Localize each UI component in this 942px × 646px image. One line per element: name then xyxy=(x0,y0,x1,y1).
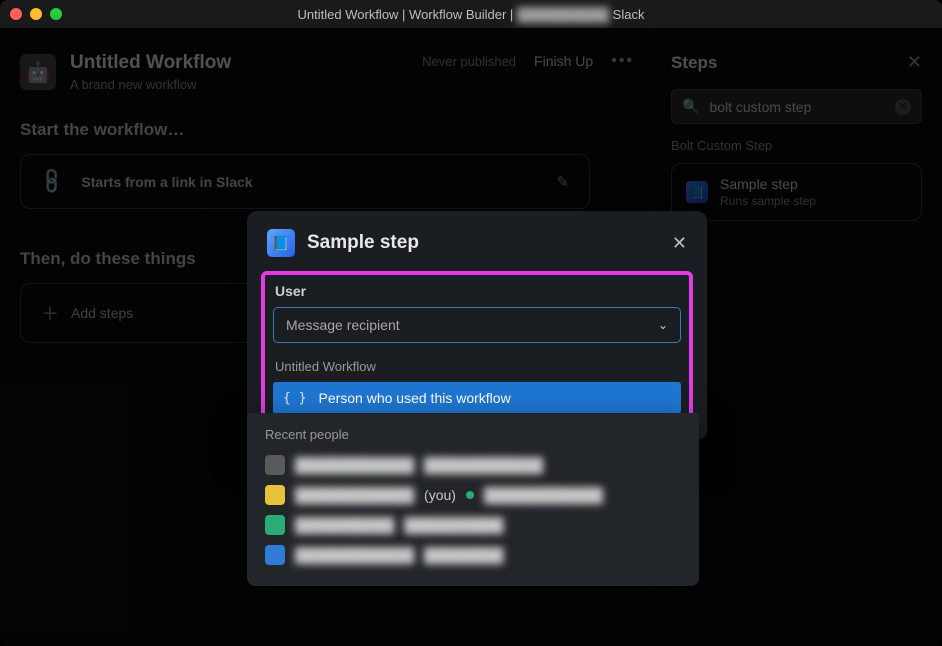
modal-title: Sample step xyxy=(307,232,419,254)
person-displayname: ████████████ xyxy=(424,457,543,473)
person-option[interactable]: ████████████ ████████████ xyxy=(263,450,683,480)
person-name: ████████████ xyxy=(295,547,414,563)
user-field-label: User xyxy=(273,281,681,307)
title-suffix: Slack xyxy=(609,7,644,22)
option-group-label: Untitled Workflow xyxy=(273,343,681,382)
step-config-modal: 📘 Sample step ✕ User Message recipient ⌄… xyxy=(247,211,707,440)
person-name: ████████████ xyxy=(295,457,414,473)
option-text: Person who used this workflow xyxy=(318,390,510,406)
person-option[interactable]: ████████████ ████████ xyxy=(263,540,683,570)
highlight-annotation: User Message recipient ⌄ Untitled Workfl… xyxy=(261,271,693,426)
option-person-who-used[interactable]: { } Person who used this workflow xyxy=(273,382,681,414)
titlebar: Untitled Workflow | Workflow Builder | █… xyxy=(0,0,942,28)
recent-people-dropdown: Recent people ████████████ ████████████ … xyxy=(247,413,699,586)
person-name: ████████████ xyxy=(295,487,414,503)
person-displayname: ██████████ xyxy=(404,517,503,533)
person-option[interactable]: ████████████ (you) ████████████ xyxy=(263,480,683,510)
person-name: ██████████ xyxy=(295,517,394,533)
modal-header: 📘 Sample step ✕ xyxy=(247,211,707,271)
window-minimize-button[interactable] xyxy=(30,8,42,20)
window-title: Untitled Workflow | Workflow Builder | █… xyxy=(0,7,942,22)
recent-people-label: Recent people xyxy=(263,421,683,450)
online-status-icon xyxy=(466,491,474,499)
person-option[interactable]: ██████████ ██████████ xyxy=(263,510,683,540)
modal-close-icon[interactable]: ✕ xyxy=(672,233,687,254)
avatar xyxy=(265,545,285,565)
title-prefix: Untitled Workflow | Workflow Builder | xyxy=(298,7,517,22)
avatar xyxy=(265,515,285,535)
variable-icon: { } xyxy=(283,391,306,406)
window-zoom-button[interactable] xyxy=(50,8,62,20)
window-close-button[interactable] xyxy=(10,8,22,20)
user-select[interactable]: Message recipient ⌄ xyxy=(273,307,681,343)
avatar xyxy=(265,485,285,505)
title-workspace-blurred: ██████████ xyxy=(517,7,609,22)
person-displayname: ████████ xyxy=(424,547,503,563)
modal-app-icon: 📘 xyxy=(267,229,295,257)
app-window: Untitled Workflow | Workflow Builder | █… xyxy=(0,0,942,646)
traffic-lights xyxy=(10,8,62,20)
you-label: (you) xyxy=(424,487,456,503)
user-select-placeholder: Message recipient xyxy=(286,317,400,333)
chevron-down-icon: ⌄ xyxy=(658,318,668,332)
avatar xyxy=(265,455,285,475)
person-displayname: ████████████ xyxy=(484,487,603,503)
